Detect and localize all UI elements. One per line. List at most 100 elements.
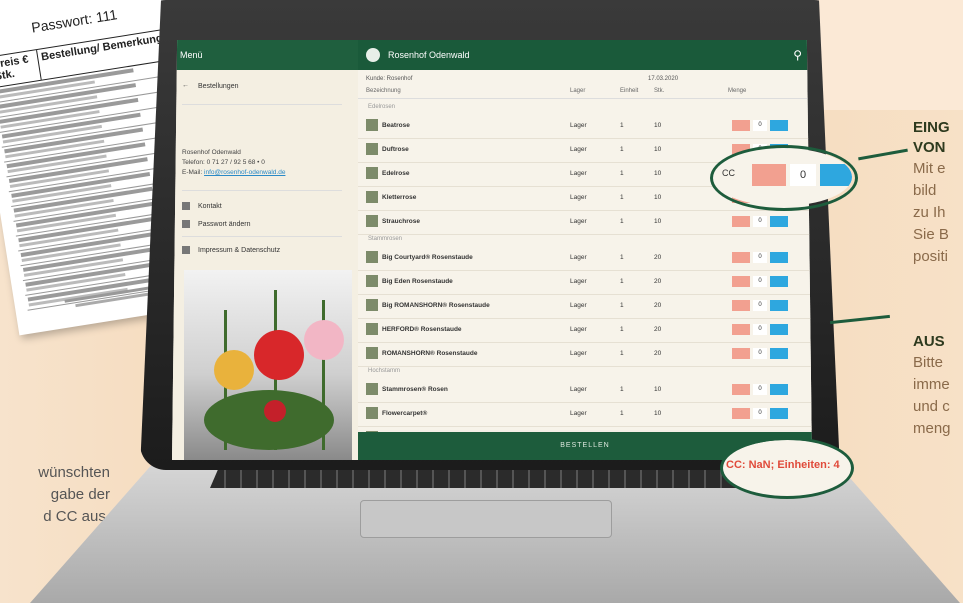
annotation-title: EING	[913, 119, 950, 136]
decrease-button[interactable]	[732, 348, 750, 359]
product-thumbnail	[366, 251, 378, 263]
unit-value: 1	[620, 146, 624, 153]
sidebar-item-label: Bestellungen	[198, 82, 239, 90]
increase-button[interactable]	[770, 216, 788, 227]
decrease-button[interactable]	[732, 252, 750, 263]
decrease-button[interactable]	[732, 276, 750, 287]
annotation-line: und c	[913, 398, 950, 415]
quantity-input[interactable]: 0	[753, 384, 767, 395]
product-name: Kletterrose	[382, 194, 417, 201]
caption-line: d CC aus.	[43, 508, 110, 525]
annotation-line: Bitte	[913, 354, 944, 371]
flower	[264, 400, 286, 422]
company-address: Rosenhof Odenwald Telefon: 0 71 27 / 92 …	[182, 148, 285, 178]
increase-button[interactable]	[770, 252, 788, 263]
product-name: HERFORD® Rosenstaude	[382, 326, 462, 333]
unit-value: 1	[620, 410, 624, 417]
quantity-input[interactable]: 0	[753, 300, 767, 311]
product-name: Strauchrose	[382, 218, 420, 225]
callout-ring	[710, 145, 858, 211]
rose-logo-icon	[366, 48, 380, 62]
decrease-button[interactable]	[732, 408, 750, 419]
column-header: Bezeichnung	[366, 88, 401, 94]
column-header: Stk.	[654, 88, 665, 94]
order-date: 17.03.2020	[648, 76, 679, 82]
increase-button[interactable]	[770, 276, 788, 287]
sidebar-item-password[interactable]: Passwort ändern	[182, 220, 251, 228]
pieces-value: 10	[654, 122, 662, 129]
product-thumbnail	[366, 143, 378, 155]
decrease-button[interactable]	[732, 384, 750, 395]
flower	[304, 320, 344, 360]
quantity-input[interactable]: 0	[753, 216, 767, 227]
callout-ring	[720, 437, 854, 499]
section-header: Edelrosen	[368, 104, 396, 110]
sidebar-item-contact[interactable]: Kontakt	[182, 202, 222, 210]
pieces-value: 20	[654, 326, 662, 333]
stock-label: Lager	[570, 170, 587, 177]
back-arrow-icon: ←	[182, 82, 189, 89]
quantity-input[interactable]: 0	[753, 252, 767, 263]
increase-button[interactable]	[770, 120, 788, 131]
menu-header[interactable]: Menü	[172, 40, 358, 70]
product-thumbnail	[366, 119, 378, 131]
quantity-input[interactable]: 0	[753, 276, 767, 287]
divider	[182, 190, 342, 191]
pieces-value: 20	[654, 254, 662, 261]
stock-label: Lager	[570, 194, 587, 201]
increase-button[interactable]	[770, 324, 788, 335]
unit-value: 1	[620, 122, 624, 129]
increase-button[interactable]	[770, 348, 788, 359]
sidebar: ← Bestellungen Rosenhof Odenwald Telefon:…	[172, 70, 358, 460]
annotation-line: Mit e	[913, 160, 946, 177]
quantity-input[interactable]: 0	[753, 324, 767, 335]
search-icon[interactable]: ⚲	[793, 40, 802, 70]
flower	[254, 330, 304, 380]
section-header: Hochstamm	[368, 368, 401, 374]
flower	[214, 350, 254, 390]
pieces-value: 20	[654, 350, 662, 357]
sidebar-item-label: Kontakt	[198, 202, 222, 210]
table-row: HERFORD® Rosenstaude Lager 1 20 0	[358, 318, 812, 343]
company-name: Rosenhof Odenwald	[182, 149, 241, 156]
stock-label: Lager	[570, 218, 587, 225]
product-name: Flowercarpet®	[382, 410, 428, 417]
divider	[182, 236, 342, 237]
pieces-value: 10	[654, 386, 662, 393]
unit-value: 1	[620, 254, 624, 261]
decrease-button[interactable]	[732, 120, 750, 131]
email-link[interactable]: info@rosenhof-odenwald.de	[204, 169, 285, 176]
product-thumbnail	[366, 347, 378, 359]
company-email-line: E-Mail: info@rosenhof-odenwald.de	[182, 168, 285, 178]
product-thumbnail	[366, 167, 378, 179]
left-caption: wünschten gabe der d CC aus.	[0, 462, 110, 528]
stock-label: Lager	[570, 350, 587, 357]
quantity-input[interactable]: 0	[753, 120, 767, 131]
contact-icon	[182, 202, 190, 210]
sidebar-item-imprint[interactable]: Impressum & Datenschutz	[182, 246, 280, 254]
product-list: Kunde: Rosenhof 17.03.2020 Bezeichnung L…	[358, 70, 812, 451]
info-icon	[182, 246, 190, 254]
increase-button[interactable]	[770, 384, 788, 395]
stock-label: Lager	[570, 122, 587, 129]
table-row: Strauchrose Lager 1 10 0	[358, 210, 812, 235]
column-header: Einheit	[620, 88, 639, 94]
product-name: Big Courtyard® Rosenstaude	[382, 254, 473, 261]
quantity-input[interactable]: 0	[753, 348, 767, 359]
caption-line: wünschten	[38, 464, 110, 481]
decrease-button[interactable]	[732, 300, 750, 311]
increase-button[interactable]	[770, 408, 788, 419]
stock-label: Lager	[570, 146, 587, 153]
pieces-value: 10	[654, 218, 662, 225]
laptop-trackpad	[360, 500, 612, 538]
quantity-input[interactable]: 0	[753, 408, 767, 419]
table-row: Big Eden Rosenstaude Lager 1 20 0	[358, 270, 812, 295]
decrease-button[interactable]	[732, 324, 750, 335]
product-name: Beatrose	[382, 122, 410, 129]
stock-label: Lager	[570, 254, 587, 261]
decrease-button[interactable]	[732, 216, 750, 227]
product-name: Stammrosen® Rosen	[382, 386, 448, 393]
app-title: Rosenhof Odenwald	[388, 50, 470, 60]
increase-button[interactable]	[770, 300, 788, 311]
sidebar-item-orders[interactable]: ← Bestellungen	[182, 82, 238, 90]
